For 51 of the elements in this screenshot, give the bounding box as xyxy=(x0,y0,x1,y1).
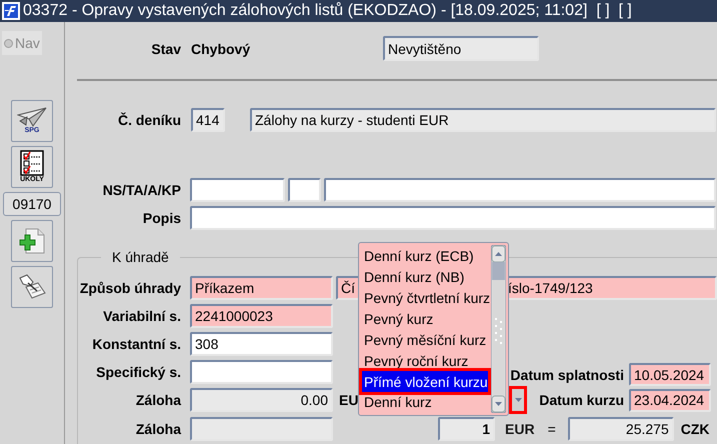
journal-name-field[interactable]: Zálohy na kurzy - studenti EUR xyxy=(250,108,716,132)
equals-sign: = xyxy=(548,421,556,437)
scrollbar[interactable] xyxy=(491,245,506,413)
input-field[interactable] xyxy=(190,206,716,230)
field-label: Způsob úhrady xyxy=(78,280,182,296)
group-title: K úhradě xyxy=(101,249,180,265)
input-field[interactable]: 0.00 xyxy=(190,388,333,412)
list-option[interactable]: Pevný měsíční kurz xyxy=(361,329,491,350)
add-document-icon xyxy=(19,227,45,255)
currency-label: EU xyxy=(339,392,358,408)
field-label: Datum kurzu xyxy=(538,392,625,408)
window-title: 03372 - Opravy vystavených zálohových listů (EKODZAO) - [18.09.2025; 11:02] [ ] [ ] xyxy=(23,2,632,20)
rate-field[interactable]: 25.275 xyxy=(568,417,674,441)
field-label: Konstantní s. xyxy=(91,336,182,352)
field-label: Popis xyxy=(142,210,182,226)
field-label: Variabilní s. xyxy=(102,308,182,324)
toolbar-button[interactable] xyxy=(11,220,53,262)
input-field[interactable] xyxy=(324,178,716,202)
hand-writing-icon xyxy=(18,273,46,301)
toolbar-button[interactable] xyxy=(11,266,53,308)
field-label: Záloha xyxy=(134,421,182,437)
field-label: Č. deníku xyxy=(116,112,182,128)
status-value: Chybový xyxy=(191,40,252,56)
date-field[interactable]: 10.05.2024 xyxy=(629,363,711,386)
code-label: 09170 xyxy=(3,192,61,216)
input-field[interactable] xyxy=(190,178,285,202)
app-icon xyxy=(2,2,20,20)
field-label: Stav xyxy=(150,40,182,56)
input-field[interactable]: Příkazem xyxy=(190,276,333,300)
print-state-field[interactable]: Nevytištěno xyxy=(383,36,539,61)
field-label: Záloha xyxy=(134,392,182,408)
input-field[interactable]: 2241000023 xyxy=(190,304,333,328)
currency-label: CZK xyxy=(680,421,710,437)
list-option[interactable]: Denní kurz (ECB) xyxy=(361,245,491,266)
input-field[interactable] xyxy=(288,178,321,202)
currency-label: EUR xyxy=(505,421,535,437)
input-field[interactable] xyxy=(190,360,333,384)
input-field[interactable]: 308 xyxy=(190,332,333,356)
amount-field[interactable]: 1 xyxy=(438,417,495,441)
list-option[interactable]: Pevný kurz xyxy=(361,308,491,330)
input-field[interactable] xyxy=(190,417,333,441)
dropdown-button[interactable] xyxy=(509,386,527,414)
field-label: NS/TA/A/KP xyxy=(102,182,182,198)
plane-icon xyxy=(17,107,47,127)
date-field[interactable]: 23.04.2024 xyxy=(629,388,711,412)
list-option[interactable]: Přímé vložení kurzu xyxy=(359,368,491,395)
journal-number-field[interactable]: 414 xyxy=(191,108,225,132)
field-label: Datum splatnosti xyxy=(509,366,625,382)
field-label: Specifický s. xyxy=(95,364,182,380)
checklist-icon xyxy=(20,150,44,176)
caret-icon xyxy=(514,398,522,402)
